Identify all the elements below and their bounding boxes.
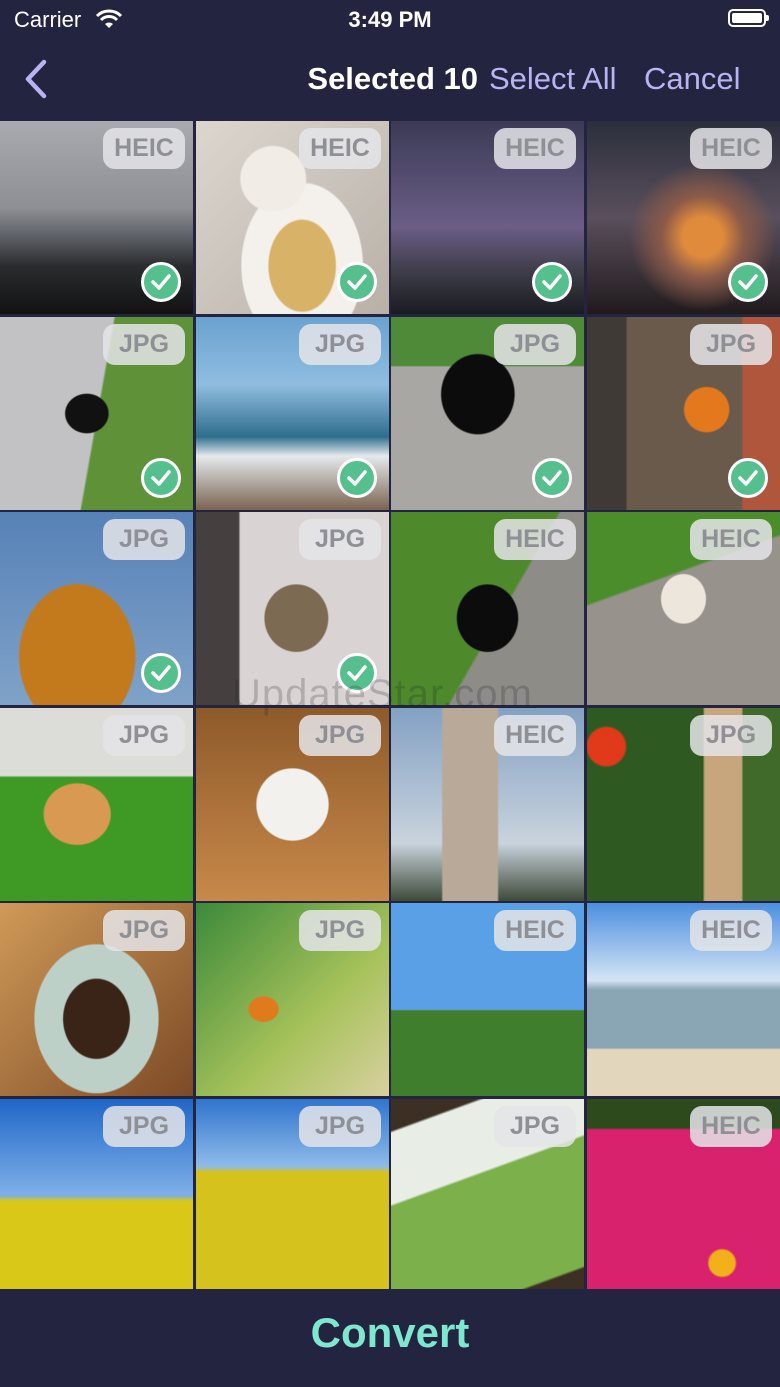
photo-thumbnail-cat-leaves[interactable]: JPG — [196, 708, 389, 901]
battery-icon — [728, 9, 769, 27]
checkmark-icon — [141, 458, 181, 498]
photo-thumbnail-pink-flowers[interactable]: HEIC — [587, 1099, 780, 1292]
format-badge: HEIC — [690, 128, 772, 169]
format-badge: HEIC — [494, 715, 576, 756]
format-badge: JPG — [299, 910, 381, 951]
photo-thumbnail-path-person[interactable]: HEIC — [391, 903, 584, 1096]
photo-thumbnail-pumpkin-shelf[interactable]: JPG — [587, 317, 780, 510]
photo-thumbnail-lake-shore[interactable]: HEIC — [587, 903, 780, 1096]
format-badge: HEIC — [103, 128, 185, 169]
format-badge: JPG — [494, 324, 576, 365]
checkmark-icon — [337, 262, 377, 302]
photo-thumbnail-trees-dusk[interactable]: HEIC — [391, 121, 584, 314]
format-badge: JPG — [494, 1106, 576, 1147]
convert-button[interactable]: Convert — [0, 1309, 780, 1357]
watermark: UpdateStar.com — [232, 672, 533, 716]
selection-count-title: Selected 10 — [307, 61, 478, 96]
checkmark-icon — [141, 653, 181, 693]
checkmark-icon — [728, 262, 768, 302]
photo-thumbnail-car-dashboard[interactable]: HEIC — [0, 121, 193, 314]
checkmark-icon — [532, 262, 572, 302]
format-badge: JPG — [103, 519, 185, 560]
format-badge: JPG — [690, 715, 772, 756]
photo-thumbnail-painting-sea[interactable]: JPG — [196, 317, 389, 510]
photo-thumbnail-tower-block[interactable]: HEIC — [391, 708, 584, 901]
format-badge: HEIC — [494, 910, 576, 951]
format-badge: JPG — [103, 1106, 185, 1147]
cancel-button[interactable]: Cancel — [644, 61, 741, 97]
format-badge: JPG — [103, 910, 185, 951]
format-badge: JPG — [103, 715, 185, 756]
format-badge: HEIC — [299, 128, 381, 169]
photo-thumbnail-coffee-cake[interactable]: HEIC — [196, 121, 389, 314]
format-badge: JPG — [690, 324, 772, 365]
format-badge: HEIC — [690, 910, 772, 951]
format-badge: HEIC — [494, 128, 576, 169]
back-chevron-icon[interactable] — [22, 58, 52, 100]
photo-thumbnail-chocolate-cake[interactable]: JPG — [0, 903, 193, 1096]
photo-thumbnail-rapeseed-field-1[interactable]: JPG — [0, 1099, 193, 1292]
status-bar: Carrier 3:49 PM — [0, 0, 780, 40]
checkmark-icon — [337, 458, 377, 498]
format-badge: HEIC — [690, 1106, 772, 1147]
photo-thumbnail-painting-tree[interactable]: JPG — [391, 1099, 584, 1292]
select-all-button[interactable]: Select All — [489, 61, 617, 97]
photo-thumbnail-garden-flowers[interactable]: JPG — [587, 708, 780, 901]
bottom-bar: Convert — [0, 1289, 780, 1387]
navigation-bar: Selected 10 Select All Cancel — [0, 40, 780, 120]
format-badge: JPG — [299, 324, 381, 365]
photo-thumbnail-ginger-cat[interactable]: JPG — [0, 708, 193, 901]
format-badge: HEIC — [494, 519, 576, 560]
checkmark-icon — [532, 458, 572, 498]
photo-thumbnail-autumn-tree[interactable]: JPG — [0, 512, 193, 705]
format-badge: HEIC — [690, 519, 772, 560]
photo-thumbnail-rapeseed-field-2[interactable]: JPG — [196, 1099, 389, 1292]
format-badge: JPG — [103, 324, 185, 365]
format-badge: JPG — [299, 519, 381, 560]
checkmark-icon — [141, 262, 181, 302]
checkmark-icon — [728, 458, 768, 498]
photo-thumbnail-painting-monk[interactable]: JPG — [196, 903, 389, 1096]
format-badge: JPG — [299, 1106, 381, 1147]
clock: 3:49 PM — [348, 7, 432, 32]
photo-thumbnail-street-sunset[interactable]: HEIC — [587, 121, 780, 314]
format-badge: JPG — [299, 715, 381, 756]
photo-thumbnail-cat-pavement[interactable]: JPG — [391, 317, 584, 510]
photo-thumbnail-calico-bricks[interactable]: HEIC — [587, 512, 780, 705]
photo-thumbnail-cat-walking[interactable]: JPG — [0, 317, 193, 510]
